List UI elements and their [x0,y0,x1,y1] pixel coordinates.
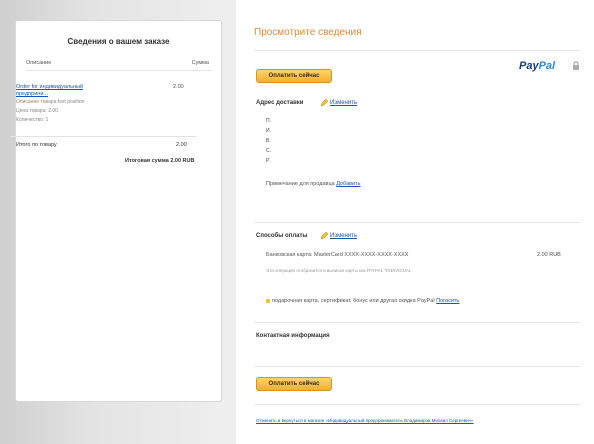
divider [254,222,580,223]
bullet-icon [266,298,270,303]
review-title: Просмотрите сведения [254,27,362,38]
gift-card-text: подарочная карта, сертификат, бонус или … [272,298,435,304]
amount-column-header: Сумма [191,60,209,66]
seller-note: Примечание для продавца Добавить [266,181,361,187]
payment-methods-title: Способы оплаты [256,233,308,239]
address-line-5: Р. [266,158,270,164]
redeem-link[interactable]: Погасить [436,298,459,304]
order-summary-title: Сведения о вашем заказе [67,37,170,46]
add-note-link[interactable]: Добавить [336,181,360,187]
edit-shipping-link[interactable]: Изменить [330,100,357,106]
divider [254,366,580,367]
paypal-logo-part2: Pal [538,60,556,72]
address-line-2: И. [266,128,271,134]
divider [254,404,580,405]
pencil-icon[interactable] [320,232,328,240]
order-item-name-line2[interactable]: предприни... [16,91,126,98]
card-statement-note: Эта операция отобразится в выписке карты… [266,268,412,273]
order-item-price: Цена товара: 2.00 [16,108,58,114]
paypal-logo: PayPal [519,60,555,72]
description-column-header: Описание [26,60,52,66]
item-total-value: 2.00 [176,142,187,148]
gift-card-row: подарочная карта, сертификат, бонус или … [266,298,459,304]
lock-icon [573,61,579,70]
grand-total: Итоговая сумма 2.00 RUB [125,158,195,164]
item-total-label: Итого по товару [16,142,57,148]
pay-now-button-bottom[interactable]: Оплатить сейчас [256,377,332,391]
order-item-amount: 2.00 [173,84,184,90]
address-line-3: В. [266,138,271,144]
shipping-address-title: Адрес доставки [256,100,304,106]
order-item-description: Описание товара:test position [16,99,85,105]
divider [254,50,580,51]
summary-table-header: Описание Сумма [26,58,212,71]
summary-divider [10,136,196,137]
order-item-quantity: Количество: 1 [16,117,49,123]
card-amount: 2.00 RUB [537,252,561,258]
order-item-name-line1[interactable]: Order for индивидуальный [16,84,126,91]
contact-info-title: Контактная информация [256,333,330,339]
paypal-logo-part1: Pay [519,60,539,72]
edit-payment-link[interactable]: Изменить [330,233,357,239]
cancel-return-link[interactable]: Отменить и вернуться в магазин «Индивиду… [256,418,474,423]
seller-note-label: Примечание для продавца [266,181,335,187]
card-details: Банковская карта: MasterCard XXXX-XXXX-X… [266,252,409,258]
pencil-icon[interactable] [320,99,328,107]
order-item-link[interactable]: Order for индивидуальный предприни... [16,84,126,98]
address-line-1: П. [266,118,271,124]
order-summary-panel: Сведения о вашем заказе Описание Сумма [15,20,222,402]
pay-now-button-top[interactable]: Оплатить сейчас [256,69,332,83]
divider [254,322,580,323]
address-line-4: С. [266,148,271,154]
